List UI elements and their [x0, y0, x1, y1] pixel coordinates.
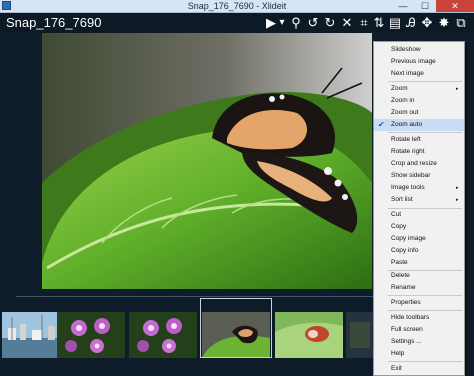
thumbnail[interactable]: [129, 312, 197, 358]
menu-item-show-sidebar[interactable]: Show sidebar: [374, 170, 464, 182]
checkmark-icon: ✔: [378, 120, 385, 129]
dropdown-arrow-icon[interactable]: ▾: [278, 15, 286, 31]
main-photo: [42, 33, 372, 289]
delete-icon[interactable]: ✕: [340, 15, 354, 31]
close-window-button[interactable]: ✕: [436, 0, 474, 12]
thumbnail[interactable]: [57, 312, 125, 358]
zoom-icon[interactable]: ⚲: [289, 15, 303, 31]
menu-item-rotate-left[interactable]: Rotate left: [374, 134, 464, 146]
menu-item-rotate-right[interactable]: Rotate right: [374, 146, 464, 158]
menu-item-crop-and-resize[interactable]: Crop and resize: [374, 158, 464, 170]
menu-item-zoom-in[interactable]: Zoom in: [374, 95, 464, 107]
file-name: Snap_176_7690: [6, 15, 102, 30]
menu-item-next-image[interactable]: Next image: [374, 68, 464, 80]
flowers-thumbnail: [57, 312, 125, 358]
rotate-right-icon[interactable]: ↻: [323, 15, 337, 31]
menu-separator: [388, 361, 462, 362]
minimize-button[interactable]: —: [392, 0, 414, 12]
menu-separator: [388, 295, 462, 296]
menu-separator: [388, 310, 462, 311]
dark-thumbnail: [346, 312, 376, 358]
menu-item-slideshow[interactable]: Slideshow: [374, 44, 464, 56]
submenu-arrow-icon: ▸: [456, 197, 459, 203]
submenu-arrow-icon: ▸: [456, 185, 459, 191]
context-menu: Slideshow Previous image Next image Zoom…: [373, 41, 465, 376]
play-icon[interactable]: ▶: [264, 15, 278, 31]
selected-thumbnail-frame: [200, 298, 272, 358]
maximize-button[interactable]: ☐: [414, 0, 436, 12]
settings-icon[interactable]: ✸: [437, 15, 451, 31]
rotate-left-icon[interactable]: ↺: [306, 15, 320, 31]
menu-item-copy-info[interactable]: Copy info: [374, 245, 464, 257]
menu-item-help[interactable]: Help: [374, 348, 464, 360]
move-icon[interactable]: ✥: [420, 15, 434, 31]
menu-item-properties[interactable]: Properties: [374, 297, 464, 309]
menu-item-copy-image[interactable]: Copy image: [374, 233, 464, 245]
menu-item-previous-image[interactable]: Previous image: [374, 56, 464, 68]
menu-separator: [388, 132, 462, 133]
menu-separator: [388, 81, 462, 82]
text-icon[interactable]: Ꭿ: [404, 15, 418, 31]
butterfly-photo: [42, 33, 372, 289]
menu-item-zoom[interactable]: Zoom ▸: [374, 83, 464, 95]
menu-item-zoom-out[interactable]: Zoom out: [374, 107, 464, 119]
thumbnail[interactable]: [275, 312, 343, 358]
document-icon[interactable]: ▤: [388, 15, 402, 31]
menu-item-paste[interactable]: Paste: [374, 257, 464, 269]
sort-icon[interactable]: ⇅: [372, 15, 386, 31]
menu-item-image-tools[interactable]: Image tools ▸: [374, 182, 464, 194]
toolbar: Snap_176_7690 ▶ ▾ ⚲ ↺ ↻ ✕ ⌗ ⇅ ▤ Ꭿ ✥ ✸ ⧉: [0, 13, 474, 33]
menu-item-full-screen[interactable]: Full screen: [374, 324, 464, 336]
flowers-thumbnail: [129, 312, 197, 358]
menu-item-copy[interactable]: Copy: [374, 221, 464, 233]
menu-item-settings[interactable]: Settings ...: [374, 336, 464, 348]
menu-item-cut[interactable]: Cut: [374, 209, 464, 221]
menu-item-zoom-auto[interactable]: ✔ Zoom auto: [374, 119, 464, 131]
menu-item-hide-toolbars[interactable]: Hide toolbars: [374, 312, 464, 324]
menu-item-delete[interactable]: Delete: [374, 270, 464, 282]
menu-item-rename[interactable]: Rename: [374, 282, 464, 294]
menu-item-sort-list[interactable]: Sort list ▸: [374, 194, 464, 206]
title-bar: Snap_176_7690 - Xlideit — ☐ ✕: [0, 0, 474, 13]
submenu-arrow-icon: ▸: [456, 86, 459, 92]
thumbnail[interactable]: [346, 312, 376, 358]
fullscreen-icon[interactable]: ⧉: [454, 15, 468, 31]
insect-thumbnail: [275, 312, 343, 358]
menu-item-exit[interactable]: Exit: [374, 363, 464, 375]
filmstrip-divider: [16, 296, 376, 297]
crop-icon[interactable]: ⌗: [357, 15, 371, 31]
